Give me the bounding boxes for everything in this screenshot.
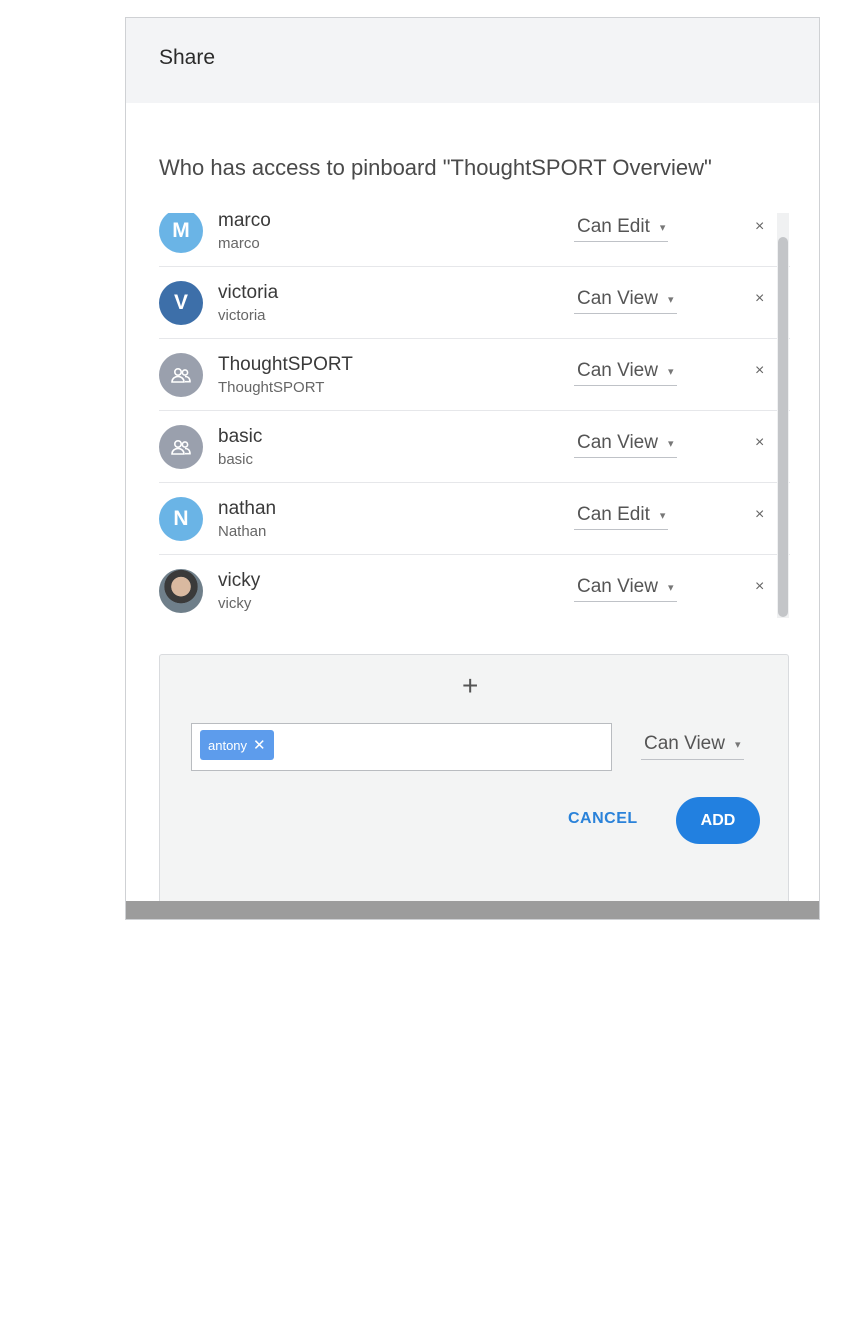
avatar: N xyxy=(159,497,203,541)
permission-dropdown[interactable]: Can View ▾ xyxy=(574,429,677,458)
user-search-input[interactable]: antony ✕ xyxy=(191,723,612,771)
remove-user-icon[interactable]: × xyxy=(755,506,764,524)
permission-label: Can View xyxy=(577,576,658,597)
user-name: basic xyxy=(218,426,263,447)
scrollbar-thumb[interactable] xyxy=(778,237,788,617)
chevron-down-icon: ▾ xyxy=(667,365,674,378)
group-icon xyxy=(170,438,192,456)
user-row: Nnathan Nathan Can Edit ▾ × xyxy=(159,483,790,555)
user-name: victoria xyxy=(218,282,279,303)
dialog-header: Share xyxy=(126,18,819,103)
access-heading: Who has access to pinboard "ThoughtSPORT… xyxy=(159,155,712,180)
user-token-label: antony xyxy=(208,737,248,753)
user-row: Vvictoria victoria Can View ▾ × xyxy=(159,267,790,339)
permission-label: Can Edit xyxy=(577,216,650,237)
permission-dropdown[interactable]: Can Edit ▾ xyxy=(574,213,669,242)
chevron-down-icon: ▾ xyxy=(659,221,666,234)
new-permission-dropdown[interactable]: Can View ▾ xyxy=(641,729,744,760)
avatar-initial: M xyxy=(172,219,190,242)
page-backdrop-edge xyxy=(126,901,819,919)
remove-user-icon[interactable]: × xyxy=(755,290,764,308)
shared-users-list: Mmarco marco Can Edit ▾ × Vvictoria victoria Ca… xyxy=(159,213,790,618)
add-users-panel: + antony ✕ Can View ▾ CANCEL ADD xyxy=(159,654,789,919)
permission-dropdown[interactable]: Can Edit ▾ xyxy=(574,501,669,530)
user-display-name: Nathan xyxy=(218,523,267,540)
user-display-name: victoria xyxy=(218,307,266,324)
remove-user-icon[interactable]: × xyxy=(755,362,764,380)
user-name: ThoughtSPORT xyxy=(218,354,353,375)
avatar xyxy=(159,425,203,469)
chevron-down-icon: ▾ xyxy=(659,509,666,522)
remove-user-icon[interactable]: × xyxy=(755,578,764,596)
plus-icon[interactable]: + xyxy=(462,670,478,702)
user-display-name: basic xyxy=(218,451,254,468)
user-row: vicky vicky Can View ▾ × xyxy=(159,555,790,618)
chevron-down-icon: ▾ xyxy=(667,293,674,306)
remove-user-icon[interactable]: × xyxy=(755,218,764,236)
avatar-initial: V xyxy=(173,291,188,314)
user-name: vicky xyxy=(218,570,261,591)
avatar: M xyxy=(159,213,203,253)
user-row: Mmarco marco Can Edit ▾ × xyxy=(159,213,790,267)
permission-dropdown[interactable]: Can View ▾ xyxy=(574,573,677,602)
avatar: V xyxy=(159,281,203,325)
remove-user-icon[interactable]: × xyxy=(755,434,764,452)
token-remove-icon[interactable]: ✕ xyxy=(253,736,266,754)
new-permission-label: Can View xyxy=(644,733,725,754)
permission-label: Can View xyxy=(577,432,658,453)
avatar xyxy=(159,353,203,397)
add-button[interactable]: ADD xyxy=(676,797,760,844)
chevron-down-icon: ▾ xyxy=(667,581,674,594)
user-display-name: vicky xyxy=(218,595,252,612)
user-display-name: ThoughtSPORT xyxy=(218,379,325,396)
group-icon xyxy=(170,366,192,384)
permission-label: Can View xyxy=(577,288,658,309)
user-name: nathan xyxy=(218,498,277,519)
permission-label: Can Edit xyxy=(577,504,650,525)
permission-dropdown[interactable]: Can View ▾ xyxy=(574,285,677,314)
shared-users-list-content: Mmarco marco Can Edit ▾ × Vvictoria victoria Ca… xyxy=(159,213,790,618)
cancel-button[interactable]: CANCEL xyxy=(568,810,638,828)
chevron-down-icon: ▾ xyxy=(667,437,674,450)
user-row: ThoughtSPORT ThoughtSPORT Can View ▾ × xyxy=(159,339,790,411)
share-dialog: Share Who has access to pinboard "Though… xyxy=(125,17,820,920)
avatar-initial: N xyxy=(173,507,189,530)
permission-dropdown[interactable]: Can View ▾ xyxy=(574,357,677,386)
user-name: marco xyxy=(218,213,271,231)
user-token: antony ✕ xyxy=(200,730,274,760)
user-display-name: marco xyxy=(218,235,260,252)
permission-label: Can View xyxy=(577,360,658,381)
avatar xyxy=(159,569,203,613)
dialog-title: Share xyxy=(159,46,216,69)
user-row: basic basic Can View ▾ × xyxy=(159,411,790,483)
chevron-down-icon: ▾ xyxy=(734,738,741,751)
